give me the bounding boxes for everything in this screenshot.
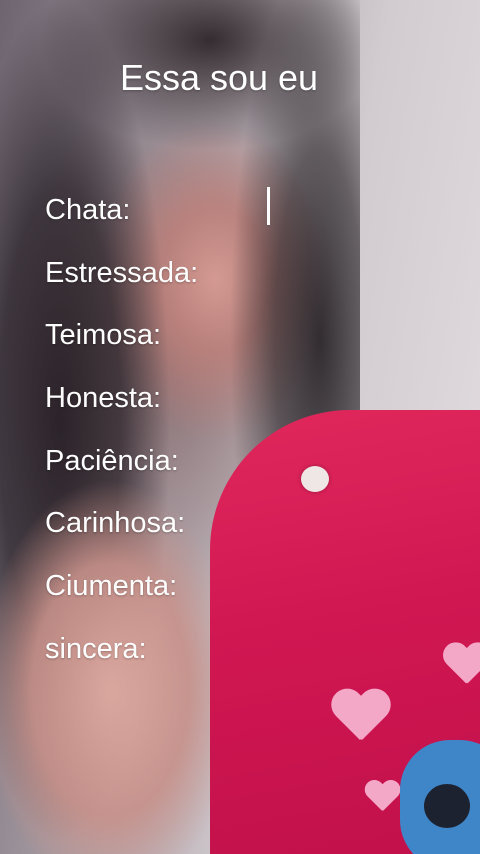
text-cursor bbox=[267, 187, 270, 225]
heart-print bbox=[442, 643, 480, 686]
text-field-honesta[interactable]: Honesta: bbox=[45, 380, 161, 416]
story-editor-screen: Essa sou eu Chata: Estressada: Teimosa: … bbox=[0, 0, 480, 854]
necklace-pendant bbox=[301, 466, 329, 492]
cartoon-print bbox=[400, 740, 480, 854]
text-field-teimosa[interactable]: Teimosa: bbox=[45, 317, 161, 353]
heart-print bbox=[330, 690, 390, 744]
text-field-paciencia[interactable]: Paciência: bbox=[45, 443, 179, 479]
story-title-text[interactable]: Essa sou eu bbox=[0, 56, 438, 100]
cartoon-eye bbox=[424, 784, 470, 828]
text-field-ciumenta[interactable]: Ciumenta: bbox=[45, 568, 177, 604]
heart-print bbox=[364, 781, 400, 813]
text-field-chata[interactable]: Chata: bbox=[45, 192, 130, 228]
text-field-sincera[interactable]: sincera: bbox=[45, 631, 147, 667]
text-field-estressada[interactable]: Estressada: bbox=[45, 255, 198, 291]
text-field-carinhosa[interactable]: Carinhosa: bbox=[45, 505, 185, 541]
